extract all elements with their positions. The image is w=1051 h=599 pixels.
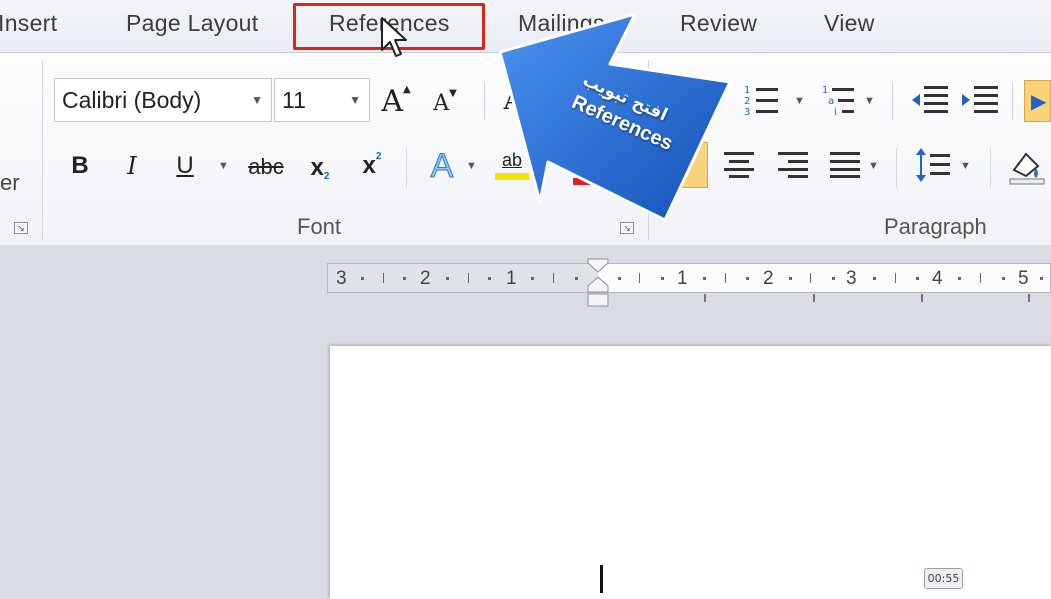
partial-group-label: er <box>0 170 20 195</box>
strikethrough-button[interactable]: abc <box>244 150 288 184</box>
ruler-number: 4 <box>932 268 943 289</box>
divider <box>896 148 897 188</box>
numbering-icon[interactable]: 1 2 3 <box>742 82 786 118</box>
tab-stop <box>1028 294 1030 302</box>
font-family-combo[interactable]: Calibri (Body) ▼ <box>54 78 272 122</box>
strikethrough-label: abc <box>248 154 284 179</box>
underline-dropdown-icon[interactable]: ▼ <box>218 160 229 172</box>
divider <box>484 82 485 120</box>
clipboard-dialog-launcher-icon[interactable]: ↘ <box>14 222 28 234</box>
shrink-font-label: A <box>433 90 450 116</box>
svg-text:1: 1 <box>822 85 828 96</box>
ruler-number: 1 <box>506 268 517 289</box>
subscript-label: x <box>310 154 324 181</box>
text-effects-dropdown-icon[interactable]: ▼ <box>466 160 477 172</box>
text-effects-icon: A <box>430 146 454 185</box>
svg-text:2: 2 <box>744 96 750 107</box>
svg-text:i: i <box>834 107 837 118</box>
text-effects-button[interactable]: A <box>422 146 462 186</box>
ruler-number: 5 <box>1018 268 1029 289</box>
text-cursor <box>600 565 603 593</box>
superscript-button[interactable]: x2 <box>354 148 390 184</box>
paragraph-group-label: Paragraph <box>884 214 987 239</box>
subscript-button[interactable]: x2 <box>302 150 338 186</box>
horizontal-ruler[interactable]: 3 2 1 1 2 3 4 5 <box>327 263 1051 293</box>
svg-text:a: a <box>828 96 834 107</box>
justify-icon[interactable] <box>828 150 862 178</box>
pilcrow-icon: ▶ <box>1031 91 1047 113</box>
tab-stop <box>921 294 923 302</box>
underline-label: U <box>176 152 194 179</box>
group-divider <box>42 60 43 240</box>
decrease-indent-icon[interactable] <box>910 84 950 116</box>
divider <box>1012 82 1013 120</box>
tab-view[interactable]: View <box>824 10 875 37</box>
increase-indent-icon[interactable] <box>960 84 1000 116</box>
multilevel-dropdown-icon[interactable]: ▼ <box>864 95 875 107</box>
divider <box>892 82 893 120</box>
italic-button[interactable]: I <box>118 148 146 184</box>
justify-dropdown-icon[interactable]: ▼ <box>868 160 879 172</box>
chevron-down-icon[interactable]: ▼ <box>251 79 263 121</box>
align-right-icon[interactable] <box>776 150 810 178</box>
bold-label: B <box>71 152 89 179</box>
font-family-value: Calibri (Body) <box>62 87 202 113</box>
tab-insert[interactable]: Insert <box>0 10 57 37</box>
numbering-dropdown-icon[interactable]: ▼ <box>794 95 805 107</box>
superscript-label: x <box>362 152 376 179</box>
video-timestamp: 00:55 <box>924 568 963 589</box>
ruler-number: 2 <box>420 268 431 289</box>
italic-label: I <box>127 152 137 180</box>
show-hide-marks-button[interactable]: ▶ <box>1024 80 1051 122</box>
line-spacing-icon[interactable] <box>914 146 954 184</box>
mouse-cursor-icon <box>381 17 407 57</box>
tab-page-layout[interactable]: Page Layout <box>126 10 258 37</box>
ruler-number: 1 <box>677 268 688 289</box>
divider <box>990 148 991 188</box>
svg-text:1: 1 <box>744 85 750 96</box>
font-size-combo[interactable]: 11 ▼ <box>274 78 370 122</box>
ruler-number: 3 <box>846 268 857 289</box>
document-page[interactable] <box>330 346 1051 599</box>
shading-icon[interactable] <box>1006 146 1046 186</box>
divider <box>406 148 407 188</box>
grow-font-button[interactable]: A ▲ <box>378 82 414 120</box>
ruler-number: 3 <box>336 268 347 289</box>
tab-stop <box>704 294 706 302</box>
ruler-margin-shade <box>328 264 598 292</box>
font-group-label: Font <box>297 214 342 239</box>
underline-button[interactable]: U <box>170 148 200 184</box>
font-size-value: 11 <box>282 87 306 113</box>
grow-font-label: A <box>381 83 403 119</box>
chevron-down-icon[interactable]: ▼ <box>349 79 361 121</box>
shrink-font-button[interactable]: A ▼ <box>428 86 462 120</box>
line-spacing-dropdown-icon[interactable]: ▼ <box>960 160 971 172</box>
indent-marker-icon[interactable] <box>587 258 609 308</box>
svg-text:3: 3 <box>744 107 750 118</box>
bold-button[interactable]: B <box>66 148 94 184</box>
ruler-number: 2 <box>763 268 774 289</box>
multilevel-list-icon[interactable]: 1 a i <box>820 82 866 118</box>
tab-stop <box>813 294 815 302</box>
